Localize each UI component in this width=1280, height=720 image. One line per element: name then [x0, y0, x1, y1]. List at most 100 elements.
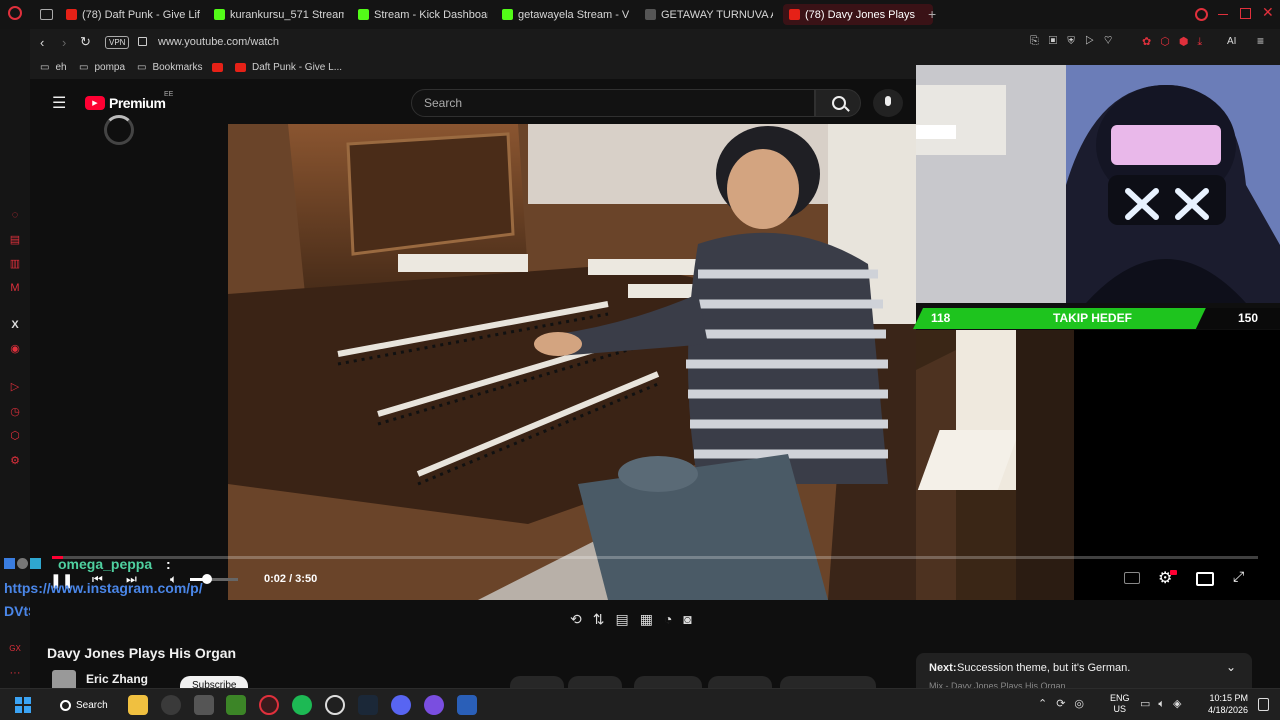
opera-gx-icon[interactable] [259, 695, 279, 715]
minecraft-icon[interactable] [226, 695, 246, 715]
sort-icon[interactable]: ⇅ [593, 611, 605, 628]
loading-spinner-icon [104, 115, 134, 145]
tab-getawayela[interactable]: getawayela Stream - V [502, 4, 630, 25]
taskbar-search[interactable]: Search [50, 695, 120, 715]
gx-icon[interactable]: GX [8, 642, 22, 656]
download-button[interactable] [780, 676, 876, 688]
bookmark-eh[interactable]: ▭ eh [40, 62, 67, 73]
opera-logo-icon[interactable] [8, 6, 22, 20]
app-icon[interactable] [457, 695, 477, 715]
more-icon[interactable]: ··· [8, 666, 22, 680]
next-label: Next: [929, 662, 957, 674]
gmail-icon[interactable]: M [8, 281, 22, 295]
chat-badges [4, 558, 41, 569]
tab-daft-punk[interactable]: (78) Daft Punk - Give Life [66, 4, 200, 25]
tab-kick-dashboard[interactable]: Stream - Kick Dashboard [358, 4, 488, 25]
share-button[interactable] [634, 676, 702, 688]
voice-search-button[interactable] [873, 89, 903, 117]
history-icon[interactable]: ◷ [8, 405, 22, 419]
x-twitter-icon[interactable]: X [8, 318, 22, 332]
messenger-icon[interactable]: ◉ [8, 342, 22, 356]
next-up-panel[interactable]: Next: Succession theme, but it's German.… [916, 653, 1252, 688]
reload-button[interactable]: ↻ [80, 34, 91, 50]
action-buttons [510, 676, 906, 688]
badge-icon [30, 558, 41, 569]
tab-kurankursu[interactable]: kurankursu_571 Stream [214, 4, 344, 25]
url-field[interactable]: www.youtube.com/watch [158, 36, 279, 48]
comments-button[interactable] [568, 676, 622, 688]
extension-icons[interactable]: ✿⬡⬢⤓ [1142, 35, 1211, 49]
next-title: Succession theme, but it's German. [957, 662, 1131, 674]
save-button[interactable] [708, 676, 772, 688]
ai-button[interactable]: AI [1227, 36, 1236, 47]
video-tools: ⟲ ⇅ ▤ ▦ ◔ ◙ [570, 611, 692, 628]
extensions-icon[interactable]: ⬡ [8, 429, 22, 443]
spotify-icon[interactable] [292, 695, 312, 715]
search-button[interactable] [815, 89, 861, 117]
youtube-logo[interactable]: ▶ Premium [85, 95, 166, 111]
chevron-down-icon[interactable]: ⌄ [1226, 660, 1236, 674]
menu-icon[interactable]: ≡ [1257, 34, 1264, 48]
badge-icon [17, 558, 28, 569]
fullscreen-icon[interactable]: ⤢ [1233, 568, 1244, 585]
close-window-button[interactable]: ✕ [1262, 4, 1274, 21]
notifications-icon[interactable] [1258, 698, 1269, 711]
chat-link-line1[interactable]: https://www.instagram.com/p/ [4, 580, 203, 596]
clock[interactable]: 10:15 PM 4/18/2026 [1204, 692, 1248, 716]
twitch-icon[interactable] [424, 695, 444, 715]
chatgpt-icon[interactable] [325, 695, 345, 715]
wallet-icon[interactable]: ▥ [8, 257, 22, 271]
minimize-button[interactable] [1218, 14, 1228, 15]
hamburger-menu-icon[interactable]: ☰ [52, 93, 66, 113]
screenshot-icon[interactable]: ◙ [683, 611, 691, 628]
back-button[interactable]: ‹ [40, 35, 44, 50]
clip-icon[interactable]: ▤ [615, 611, 628, 628]
hq-favicon-icon [645, 9, 656, 20]
folder-icon: ▭ [40, 62, 50, 73]
badge-icon [4, 558, 15, 569]
bookmark-pompa[interactable]: ▭ pompa [79, 62, 125, 73]
maximize-button[interactable] [1240, 8, 1251, 19]
channel-avatar[interactable] [52, 670, 76, 688]
chat-username: omega_peppa [58, 556, 153, 572]
loop-icon[interactable]: ⟲ [570, 611, 582, 628]
youtube-favicon-icon [235, 63, 246, 72]
language-indicator[interactable]: ENG US [1110, 693, 1130, 715]
tab-getaway-turnuva[interactable]: GETAWAY TURNUVA AQ [645, 4, 773, 25]
discord-icon[interactable] [391, 695, 411, 715]
new-tab-button[interactable]: + [928, 6, 936, 22]
address-bar-row: ‹ › ↻ VPN www.youtube.com/watch ⎘▣⛨▷♡ ✿⬡… [30, 29, 1280, 57]
steam-icon[interactable] [358, 695, 378, 715]
youtube-bookmark-icon[interactable] [212, 63, 223, 72]
vpn-badge[interactable]: VPN [105, 36, 130, 49]
app-icon[interactable] [194, 695, 214, 715]
search-icon-handle [844, 106, 850, 112]
tab-davy-jones[interactable]: (78) Davy Jones Plays [783, 4, 933, 25]
bookmark-folder[interactable]: ▭ Bookmarks [137, 62, 202, 73]
settings-icon[interactable]: ⚙ [8, 454, 22, 468]
bookmark-daft-punk[interactable]: Daft Punk - Give L... [235, 62, 342, 73]
system-icons[interactable]: ▭🔈︎◈ [1140, 697, 1189, 711]
player-icon[interactable]: ▷ [8, 380, 22, 394]
search-input[interactable]: Search [411, 89, 815, 117]
hd-badge [1170, 570, 1177, 575]
file-explorer-icon[interactable] [128, 695, 148, 715]
forward-button[interactable]: › [62, 35, 66, 50]
chat-colon: : [166, 556, 171, 572]
speed-dial-icon[interactable]: ◌ [8, 208, 22, 222]
miniplayer-icon[interactable] [1196, 572, 1214, 586]
subtitles-icon[interactable] [1124, 572, 1140, 584]
tab-manager-icon[interactable] [40, 9, 53, 20]
windows-start-icon[interactable] [15, 697, 31, 713]
follower-goal-label: TAKIP HEDEF [1053, 311, 1132, 325]
channel-name[interactable]: Eric Zhang [86, 672, 148, 686]
like-button[interactable] [510, 676, 564, 688]
bag-icon[interactable]: ▤ [8, 233, 22, 247]
speed-icon[interactable]: ◔ [664, 611, 672, 628]
search-tabs-icon[interactable] [1195, 8, 1208, 21]
kick-favicon-icon [502, 9, 513, 20]
follower-goal-bar: 118 TAKIP HEDEF 150 [913, 308, 1280, 329]
video-player[interactable] [228, 124, 916, 600]
obs-icon[interactable] [161, 695, 181, 715]
cinema-icon[interactable]: ▦ [640, 611, 653, 628]
